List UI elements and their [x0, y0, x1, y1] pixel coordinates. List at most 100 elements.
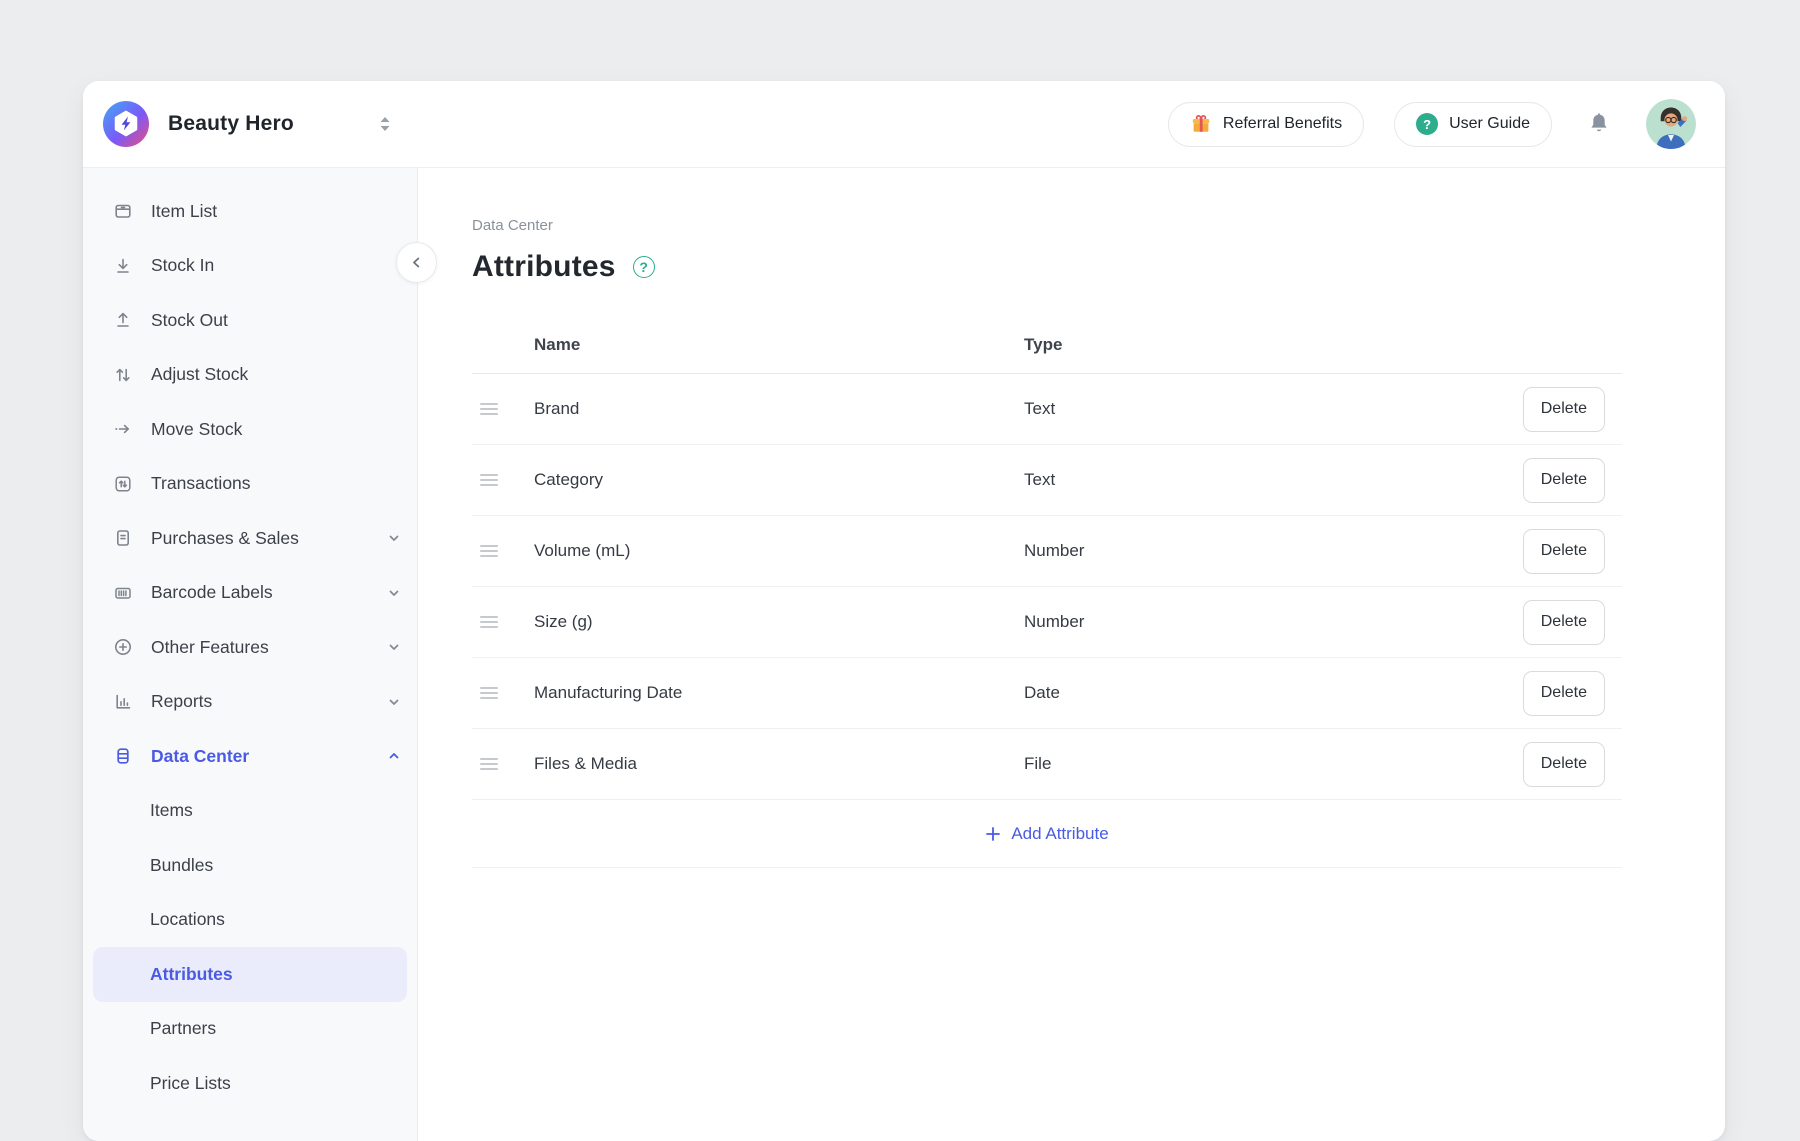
referral-benefits-label: Referral Benefits	[1223, 115, 1342, 133]
referral-benefits-button[interactable]: Referral Benefits	[1168, 102, 1364, 147]
workspace-switch-arrows-icon[interactable]	[375, 111, 395, 137]
gift-icon	[1190, 113, 1212, 135]
drag-handle-icon[interactable]	[480, 687, 498, 699]
delete-button[interactable]: Delete	[1523, 671, 1605, 716]
delete-button[interactable]: Delete	[1523, 458, 1605, 503]
attribute-type: Text	[1024, 399, 1502, 419]
sidebar-item-label: Data Center	[151, 746, 249, 767]
attribute-type: Number	[1024, 541, 1502, 561]
sidebar-collapse-button[interactable]	[396, 242, 437, 283]
help-icon[interactable]: ?	[633, 256, 655, 278]
sidebar-item-adjust-stock[interactable]: Adjust Stock	[83, 348, 417, 403]
attribute-type: Date	[1024, 683, 1502, 703]
database-icon	[112, 746, 134, 766]
chevron-down-icon	[387, 531, 401, 545]
delete-button[interactable]: Delete	[1523, 600, 1605, 645]
app-window: Beauty Hero Referral B	[83, 81, 1725, 1141]
delete-button[interactable]: Delete	[1523, 387, 1605, 432]
attributes-table: Name Type Brand Text Delete Category Tex…	[472, 316, 1622, 868]
workspace-switcher[interactable]: Beauty Hero	[103, 101, 395, 147]
table-row: Size (g) Number Delete	[472, 587, 1622, 658]
sidebar-item-item-list[interactable]: Item List	[83, 184, 417, 239]
bar-chart-icon	[112, 692, 134, 712]
app-logo-icon	[103, 101, 149, 147]
chevron-left-icon	[409, 255, 424, 270]
drag-handle-icon[interactable]	[480, 758, 498, 770]
attribute-name: Size (g)	[534, 612, 1024, 632]
sidebar-subitem-label: Attributes	[150, 964, 233, 985]
add-attribute-label: Add Attribute	[1011, 824, 1108, 844]
user-guide-button[interactable]: ? User Guide	[1394, 102, 1552, 147]
table-row: Volume (mL) Number Delete	[472, 516, 1622, 587]
drag-handle-icon[interactable]	[480, 616, 498, 628]
sidebar-item-label: Reports	[151, 691, 212, 712]
sidebar-subitem-items[interactable]: Items	[93, 784, 407, 839]
chevron-down-icon	[387, 640, 401, 654]
attribute-type: Number	[1024, 612, 1502, 632]
sidebar-subitem-partners[interactable]: Partners	[93, 1002, 407, 1057]
sidebar-subitem-attributes[interactable]: Attributes	[93, 947, 407, 1002]
main-content: Data Center Attributes ? Name Type Brand…	[418, 168, 1725, 1141]
sidebar: Item List Stock In Stock Out	[83, 168, 418, 1141]
download-icon	[112, 256, 134, 276]
document-icon	[112, 528, 134, 548]
table-row: Brand Text Delete	[472, 374, 1622, 445]
column-header-name: Name	[534, 335, 1024, 355]
chevron-down-icon	[387, 586, 401, 600]
upload-icon	[112, 310, 134, 330]
table-row: Manufacturing Date Date Delete	[472, 658, 1622, 729]
sidebar-item-stock-in[interactable]: Stock In	[83, 239, 417, 294]
plus-icon	[985, 826, 1001, 842]
workspace-name: Beauty Hero	[168, 112, 294, 136]
sidebar-item-purchases-sales[interactable]: Purchases & Sales	[83, 511, 417, 566]
question-circle-icon: ?	[1416, 113, 1438, 135]
attribute-name: Category	[534, 470, 1024, 490]
chevron-up-icon	[387, 749, 401, 763]
sidebar-subitem-label: Items	[150, 800, 193, 821]
sidebar-item-stock-out[interactable]: Stock Out	[83, 293, 417, 348]
attribute-name: Files & Media	[534, 754, 1024, 774]
user-avatar[interactable]	[1646, 99, 1696, 149]
sidebar-item-label: Transactions	[151, 473, 251, 494]
drag-handle-icon[interactable]	[480, 403, 498, 415]
sidebar-item-label: Purchases & Sales	[151, 528, 299, 549]
sidebar-subitem-label: Bundles	[150, 855, 213, 876]
sidebar-subitem-bundles[interactable]: Bundles	[93, 838, 407, 893]
sidebar-item-move-stock[interactable]: Move Stock	[83, 402, 417, 457]
sidebar-item-transactions[interactable]: Transactions	[83, 457, 417, 512]
sidebar-item-other-features[interactable]: Other Features	[83, 620, 417, 675]
table-row: Files & Media File Delete	[472, 729, 1622, 800]
barcode-icon	[112, 583, 134, 603]
table-row: Category Text Delete	[472, 445, 1622, 516]
drag-handle-icon[interactable]	[480, 474, 498, 486]
sidebar-item-label: Stock Out	[151, 310, 228, 331]
delete-button[interactable]: Delete	[1523, 742, 1605, 787]
sidebar-subitem-locations[interactable]: Locations	[93, 893, 407, 948]
attribute-name: Brand	[534, 399, 1024, 419]
add-attribute-button[interactable]: Add Attribute	[985, 824, 1108, 844]
add-attribute-row: Add Attribute	[472, 800, 1622, 868]
sidebar-item-label: Item List	[151, 201, 217, 222]
attribute-name: Volume (mL)	[534, 541, 1024, 561]
table-header-row: Name Type	[472, 316, 1622, 374]
swap-box-icon	[112, 474, 134, 494]
sidebar-subitem-label: Price Lists	[150, 1073, 231, 1094]
bell-icon	[1586, 111, 1612, 137]
breadcrumb[interactable]: Data Center	[472, 216, 553, 236]
sidebar-item-label: Stock In	[151, 255, 214, 276]
notifications-button[interactable]	[1584, 109, 1614, 139]
drag-handle-icon[interactable]	[480, 545, 498, 557]
sidebar-item-label: Move Stock	[151, 419, 242, 440]
user-guide-label: User Guide	[1449, 115, 1530, 133]
arrow-right-dotted-icon	[112, 419, 134, 439]
sidebar-item-label: Adjust Stock	[151, 364, 248, 385]
sidebar-subitem-label: Locations	[150, 909, 225, 930]
sidebar-item-reports[interactable]: Reports	[83, 675, 417, 730]
app-header: Beauty Hero Referral B	[83, 81, 1725, 168]
attribute-type: Text	[1024, 470, 1502, 490]
sidebar-subitem-price-lists[interactable]: Price Lists	[93, 1056, 407, 1111]
delete-button[interactable]: Delete	[1523, 529, 1605, 574]
sidebar-item-barcode-labels[interactable]: Barcode Labels	[83, 566, 417, 621]
sidebar-item-data-center[interactable]: Data Center	[83, 729, 417, 784]
page-title: Attributes	[472, 250, 616, 284]
